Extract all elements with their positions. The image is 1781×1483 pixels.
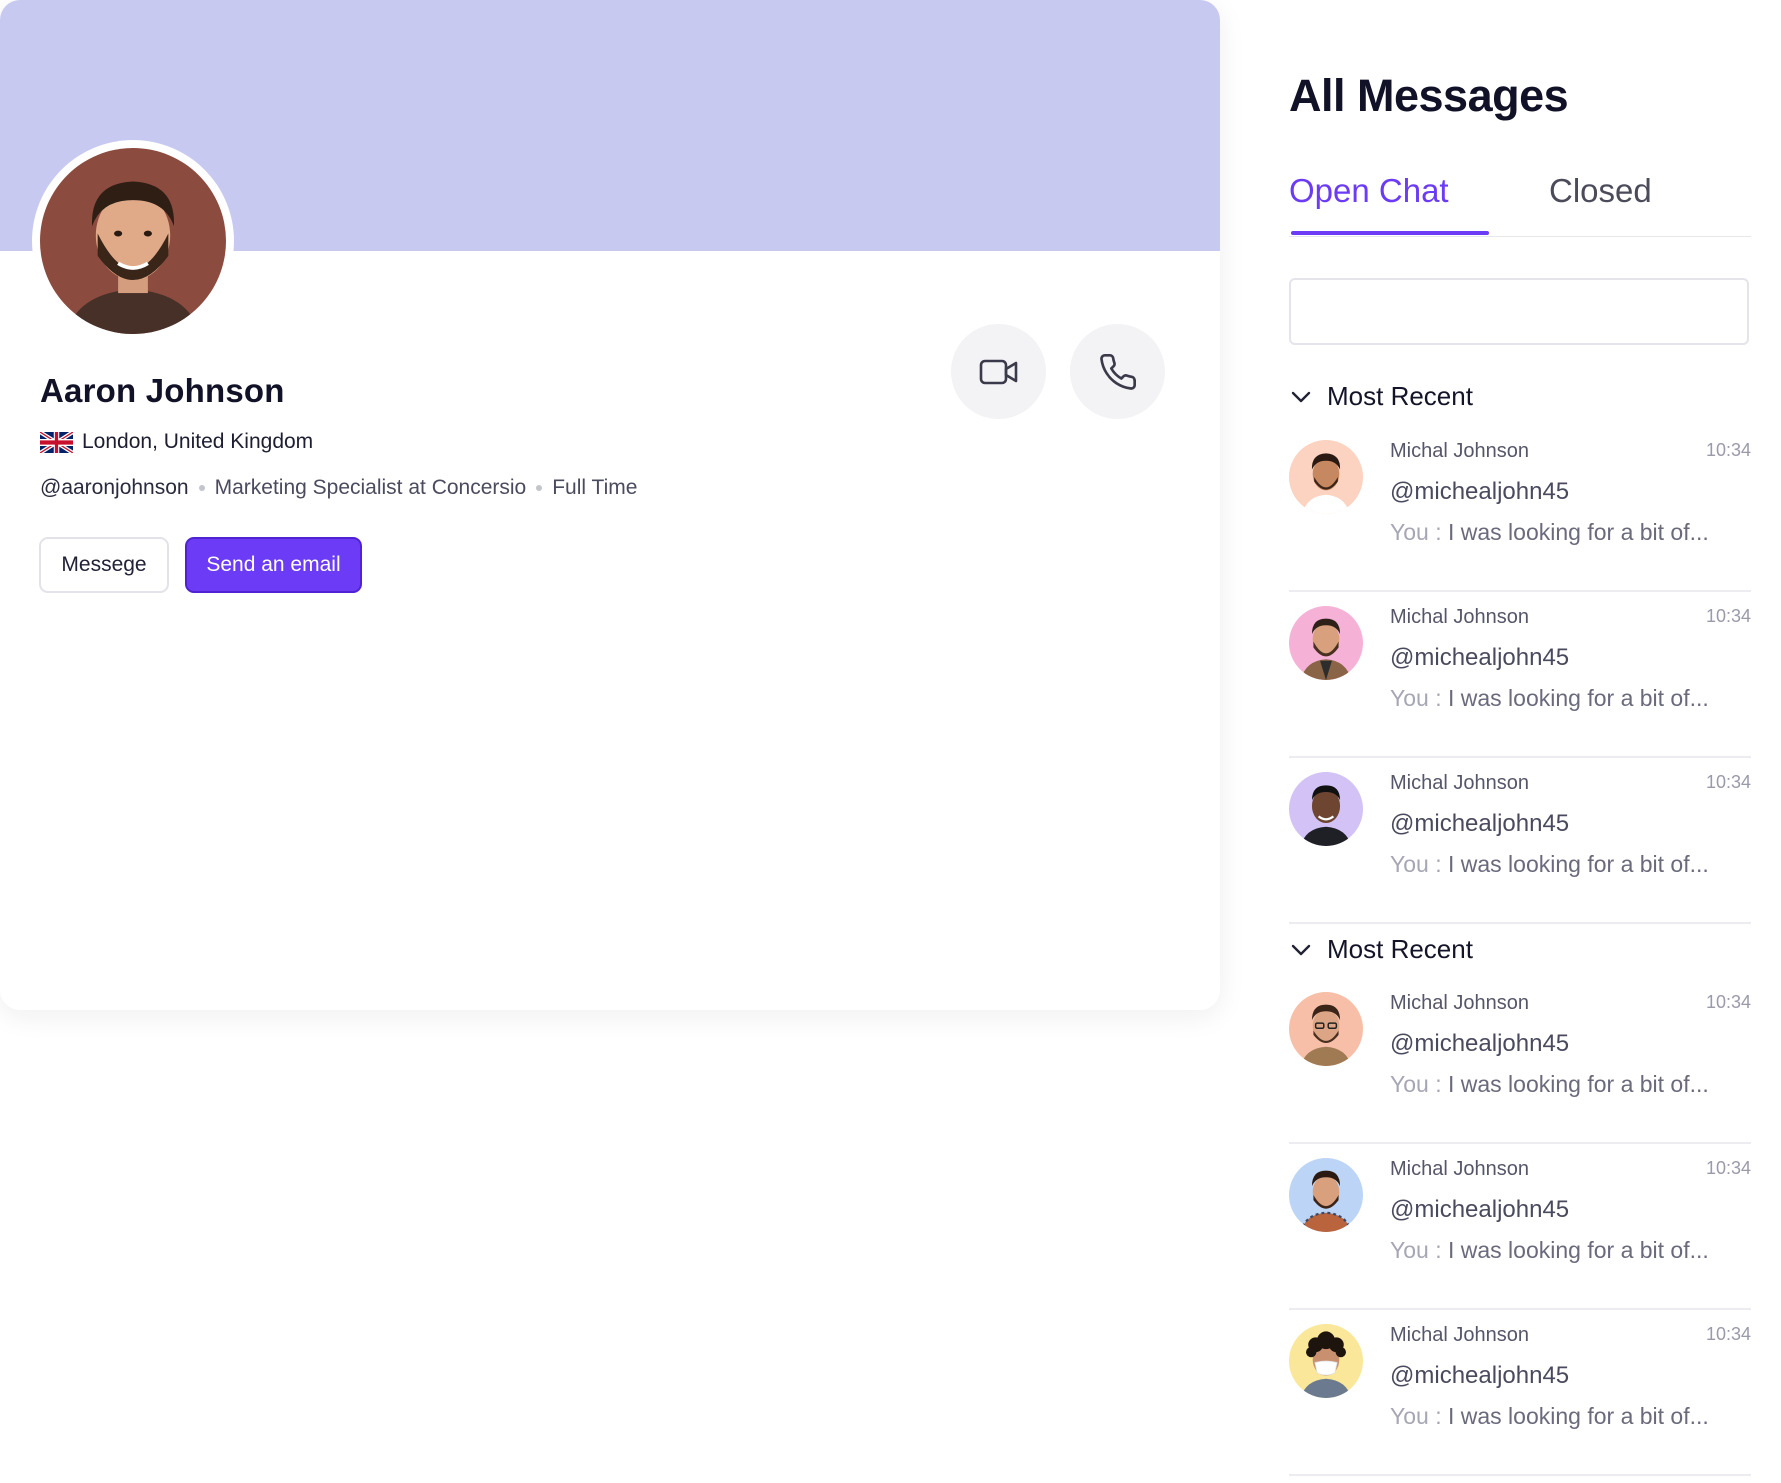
chat-list-item[interactable]: Michal Johnson 10:34 @michealjohn45 You … bbox=[1289, 1144, 1751, 1310]
contact-avatar bbox=[1289, 1324, 1363, 1398]
chevron-down-icon bbox=[1291, 391, 1311, 402]
profile-location: London, United Kingdom bbox=[40, 430, 313, 454]
contact-handle: @michealjohn45 bbox=[1390, 810, 1570, 837]
search-input[interactable] bbox=[1289, 278, 1749, 345]
message-time: 10:34 bbox=[1705, 992, 1751, 1012]
profile-employment: Full Time bbox=[552, 476, 638, 499]
preview-text: I was looking for a bit of... bbox=[1447, 685, 1709, 711]
tab-open-chat[interactable]: Open Chat bbox=[1289, 172, 1449, 210]
chat-list-item[interactable]: Michal Johnson 10:34 @michealjohn45 You … bbox=[1289, 1310, 1751, 1476]
profile-name: Aaron Johnson bbox=[40, 372, 285, 409]
preview-prefix: You : bbox=[1390, 1071, 1442, 1097]
separator-dot bbox=[198, 485, 205, 491]
contact-handle: @michealjohn45 bbox=[1390, 478, 1570, 505]
contact-name: Michal Johnson bbox=[1390, 440, 1529, 462]
profile-handle: @aaronjohnson bbox=[40, 476, 189, 499]
contact-avatar bbox=[1289, 440, 1363, 514]
preview-text: I was looking for a bit of... bbox=[1447, 1403, 1709, 1429]
contact-handle: @michealjohn45 bbox=[1390, 1196, 1570, 1223]
preview-prefix: You : bbox=[1390, 851, 1442, 877]
uk-flag-icon bbox=[40, 431, 73, 453]
group-header-most-recent[interactable]: Most Recent bbox=[1289, 381, 1473, 412]
chat-list: Michal Johnson 10:34 @michealjohn45 You … bbox=[1289, 426, 1751, 924]
messages-title: All Messages bbox=[1289, 70, 1569, 121]
message-button[interactable]: Messege bbox=[39, 537, 169, 593]
contact-name: Michal Johnson bbox=[1390, 606, 1529, 628]
location-text: London, United Kingdom bbox=[82, 430, 314, 453]
chevron-down-icon bbox=[1291, 944, 1311, 955]
message-tabs: Open Chat Closed bbox=[1289, 168, 1751, 237]
message-preview: You : I was looking for a bit of... bbox=[1390, 1071, 1709, 1098]
chat-list-item[interactable]: Michal Johnson 10:34 @michealjohn45 You … bbox=[1289, 758, 1751, 924]
profile-meta: @aaronjohnson Marketing Specialist at Co… bbox=[40, 476, 637, 500]
contact-name: Michal Johnson bbox=[1390, 1158, 1529, 1180]
preview-text: I was looking for a bit of... bbox=[1447, 1071, 1709, 1097]
contact-avatar bbox=[1289, 606, 1363, 680]
profile-avatar bbox=[32, 140, 234, 342]
contact-avatar bbox=[1289, 992, 1363, 1066]
contact-handle: @michealjohn45 bbox=[1390, 1362, 1570, 1389]
message-preview: You : I was looking for a bit of... bbox=[1390, 685, 1709, 712]
video-call-button[interactable] bbox=[951, 324, 1046, 419]
preview-prefix: You : bbox=[1390, 1403, 1442, 1429]
profile-avatar-image bbox=[40, 148, 226, 334]
active-tab-indicator bbox=[1291, 231, 1489, 235]
message-preview: You : I was looking for a bit of... bbox=[1390, 519, 1709, 546]
separator-dot bbox=[536, 485, 543, 491]
preview-prefix: You : bbox=[1390, 1237, 1442, 1263]
group-header-most-recent[interactable]: Most Recent bbox=[1289, 934, 1473, 965]
video-camera-icon bbox=[979, 359, 1017, 384]
message-time: 10:34 bbox=[1705, 606, 1751, 626]
chat-list-item[interactable]: Michal Johnson 10:34 @michealjohn45 You … bbox=[1289, 592, 1751, 758]
message-time: 10:34 bbox=[1705, 1324, 1751, 1344]
contact-handle: @michealjohn45 bbox=[1390, 644, 1570, 671]
message-time: 10:34 bbox=[1705, 440, 1751, 460]
message-time: 10:34 bbox=[1705, 772, 1751, 792]
preview-text: I was looking for a bit of... bbox=[1447, 851, 1709, 877]
chat-list-item[interactable]: Michal Johnson 10:34 @michealjohn45 You … bbox=[1289, 978, 1751, 1144]
group-label: Most Recent bbox=[1327, 934, 1473, 964]
chat-list: Michal Johnson 10:34 @michealjohn45 You … bbox=[1289, 978, 1751, 1476]
preview-text: I was looking for a bit of... bbox=[1447, 1237, 1709, 1263]
profile-role: Marketing Specialist at Concersio bbox=[214, 476, 527, 499]
tab-closed[interactable]: Closed bbox=[1549, 172, 1652, 210]
message-preview: You : I was looking for a bit of... bbox=[1390, 1237, 1709, 1264]
preview-text: I was looking for a bit of... bbox=[1447, 519, 1709, 545]
contact-handle: @michealjohn45 bbox=[1390, 1030, 1570, 1057]
send-email-button[interactable]: Send an email bbox=[185, 537, 362, 593]
contact-name: Michal Johnson bbox=[1390, 992, 1529, 1014]
profile-card: Aaron Johnson London, United Kingdom @aa… bbox=[0, 0, 1220, 1010]
message-time: 10:34 bbox=[1705, 1158, 1751, 1178]
preview-prefix: You : bbox=[1390, 519, 1442, 545]
contact-name: Michal Johnson bbox=[1390, 772, 1529, 794]
message-preview: You : I was looking for a bit of... bbox=[1390, 851, 1709, 878]
chat-list-item[interactable]: Michal Johnson 10:34 @michealjohn45 You … bbox=[1289, 426, 1751, 592]
group-label: Most Recent bbox=[1327, 381, 1473, 411]
voice-call-button[interactable] bbox=[1070, 324, 1165, 419]
phone-icon bbox=[1099, 353, 1136, 390]
contact-name: Michal Johnson bbox=[1390, 1324, 1529, 1346]
contact-avatar bbox=[1289, 772, 1363, 846]
message-preview: You : I was looking for a bit of... bbox=[1390, 1403, 1709, 1430]
preview-prefix: You : bbox=[1390, 685, 1442, 711]
contact-avatar bbox=[1289, 1158, 1363, 1232]
